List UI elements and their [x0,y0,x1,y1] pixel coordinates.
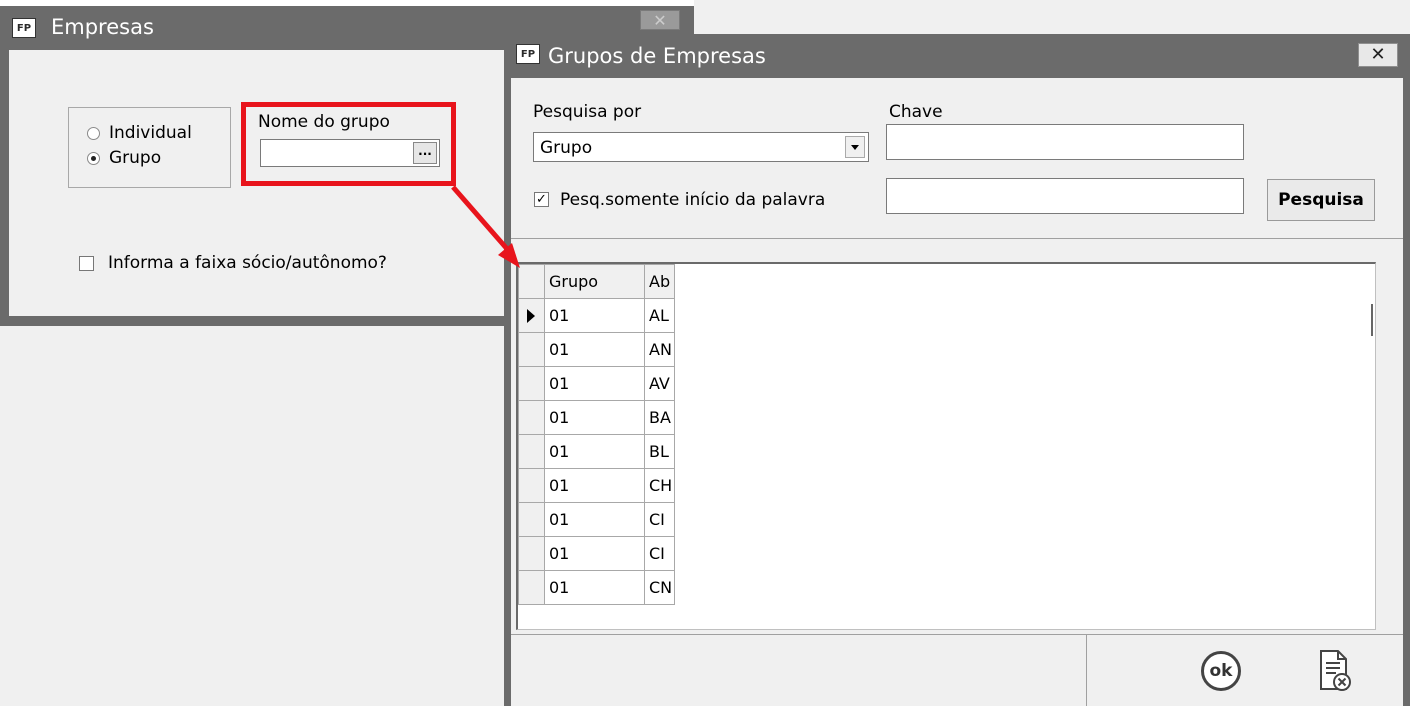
cell-grupo[interactable]: 01 [544,434,645,469]
faixa-checkbox[interactable] [79,256,94,271]
pesquisa-por-label: Pesquisa por [533,102,642,122]
grupos-title: Grupos de Empresas [548,44,766,68]
faixa-checkbox-label: Informa a faixa sócio/autônomo? [108,253,387,273]
row-indicator [518,366,545,401]
grid-header-indicator [518,264,545,299]
divider [511,238,1403,239]
radio-individual-circle[interactable] [87,127,100,140]
cell-ab[interactable]: BL [644,434,675,469]
cell-ab[interactable]: CH [644,468,675,503]
row-indicator [518,434,545,469]
empresas-title: Empresas [51,15,154,39]
pesq-inicio-checkbox[interactable]: ✓ [534,192,549,207]
divider [1086,634,1087,706]
divider [511,634,1403,635]
row-indicator [518,298,545,333]
chave-label: Chave [889,102,943,122]
row-indicator [518,468,545,503]
grupos-client-area: Pesquisa por Grupo Chave ✓ Pesq.somente … [511,78,1403,706]
table-row[interactable]: 01 BL [518,434,675,469]
radio-grupo-circle[interactable] [87,152,100,165]
grid-header-row: Grupo Ab [518,264,675,299]
table-row[interactable]: 01 AN [518,332,675,367]
fp-app-icon: FP [12,18,36,38]
grupos-grid[interactable]: Grupo Ab 01 AL 01 AN 01 AV 01 BA 01 BL 0… [516,262,1376,630]
desktop-background [0,324,510,706]
desktop-background-top [694,0,1410,34]
grid-scrollbar-thumb[interactable] [1371,304,1373,336]
table-row[interactable]: 01 AV [518,366,675,401]
table-row[interactable]: 01 CI [518,536,675,571]
pesquisa-button[interactable]: Pesquisa [1267,179,1375,221]
cell-grupo[interactable]: 01 [544,332,645,367]
grupos-table: Grupo Ab 01 AL 01 AN 01 AV 01 BA 01 BL 0… [518,264,675,605]
pesquisa-por-value: Grupo [540,138,593,158]
table-row[interactable]: 01 CH [518,468,675,503]
table-row[interactable]: 01 CN [518,570,675,605]
cell-grupo[interactable]: 01 [544,468,645,503]
pesquisa-por-select[interactable]: Grupo [533,132,869,162]
chevron-down-icon[interactable] [845,136,865,158]
cell-ab[interactable]: CI [644,536,675,571]
empresas-close-button[interactable]: ✕ [640,10,680,30]
cell-ab[interactable]: AV [644,366,675,401]
row-indicator [518,332,545,367]
row-indicator [518,570,545,605]
cell-grupo[interactable]: 01 [544,400,645,435]
row-indicator [518,502,545,537]
radio-individual-label: Individual [109,123,192,143]
highlight-annotation-box [241,102,456,186]
cell-grupo[interactable]: 01 [544,298,645,333]
chave2-input[interactable] [886,178,1244,214]
grupos-window: FP Grupos de Empresas ✕ Pesquisa por Gru… [504,34,1410,706]
cell-ab[interactable]: CI [644,502,675,537]
grid-header-ab[interactable]: Ab [644,264,675,299]
cell-grupo[interactable]: 01 [544,502,645,537]
radio-grupo-label: Grupo [109,148,162,168]
table-row[interactable]: 01 AL [518,298,675,333]
pesq-inicio-label: Pesq.somente início da palavra [560,190,826,210]
cell-ab[interactable]: CN [644,570,675,605]
table-row[interactable]: 01 BA [518,400,675,435]
cell-grupo[interactable]: 01 [544,366,645,401]
fp-app-icon: FP [516,44,540,64]
table-row[interactable]: 01 CI [518,502,675,537]
cancel-document-icon[interactable] [1318,649,1352,693]
cell-ab[interactable]: BA [644,400,675,435]
tipo-radio-group: Individual Grupo [68,107,231,188]
cell-ab[interactable]: AL [644,298,675,333]
row-indicator [518,400,545,435]
current-row-pointer-icon [527,309,535,323]
grid-header-grupo[interactable]: Grupo [544,264,645,299]
ok-button[interactable]: ok [1201,651,1241,691]
cell-grupo[interactable]: 01 [544,570,645,605]
cell-ab[interactable]: AN [644,332,675,367]
row-indicator [518,536,545,571]
chave-input[interactable] [886,124,1244,160]
cell-grupo[interactable]: 01 [544,536,645,571]
grupos-close-button[interactable]: ✕ [1358,43,1398,67]
